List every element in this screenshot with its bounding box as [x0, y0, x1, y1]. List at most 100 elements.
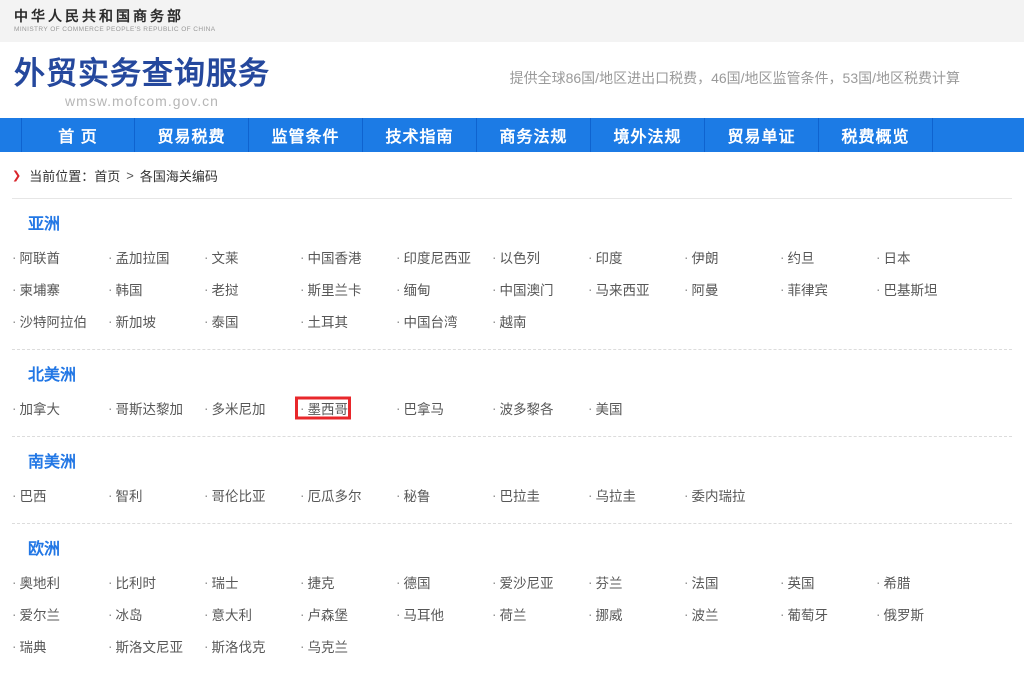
country-link[interactable]: ·哥斯达黎加 [108, 392, 204, 424]
country-link[interactable]: ·缅甸 [396, 273, 492, 305]
country-link[interactable]: ·阿联酋 [12, 241, 108, 273]
country-link[interactable]: ·中国香港 [300, 241, 396, 273]
country-link[interactable]: ·爱尔兰 [12, 598, 108, 630]
country-name: 日本 [884, 247, 911, 267]
nav-item-6[interactable]: 境外法规 [591, 118, 705, 152]
bullet-icon: · [684, 488, 689, 503]
nav-item-4[interactable]: 技术指南 [363, 118, 477, 152]
country-link[interactable]: ·加拿大 [12, 392, 108, 424]
bullet-icon: · [876, 575, 881, 590]
country-link[interactable]: ·印度尼西亚 [396, 241, 492, 273]
country-link[interactable]: ·约旦 [780, 241, 876, 273]
bullet-icon: · [300, 488, 305, 503]
country-name: 爱尔兰 [20, 604, 61, 624]
country-link[interactable]: ·冰岛 [108, 598, 204, 630]
country-link[interactable]: ·老挝 [204, 273, 300, 305]
country-link[interactable]: ·中国台湾 [396, 305, 492, 337]
country-link[interactable]: ·智利 [108, 479, 204, 511]
country-link[interactable]: ·挪威 [588, 598, 684, 630]
country-link[interactable]: ·乌拉圭 [588, 479, 684, 511]
country-link[interactable]: ·法国 [684, 566, 780, 598]
country-link[interactable]: ·荷兰 [492, 598, 588, 630]
country-name: 希腊 [884, 572, 911, 592]
country-link[interactable]: ·乌克兰 [300, 630, 396, 662]
bullet-icon: · [108, 488, 113, 503]
nav-item-3[interactable]: 监管条件 [249, 118, 363, 152]
country-link[interactable]: ·新加坡 [108, 305, 204, 337]
country-link[interactable]: ·希腊 [876, 566, 972, 598]
country-name: 泰国 [212, 311, 239, 331]
bullet-icon: · [396, 575, 401, 590]
nav-item-7[interactable]: 贸易单证 [705, 118, 819, 152]
nav-item-2[interactable]: 贸易税费 [135, 118, 249, 152]
country-link[interactable]: ·斯洛伐克 [204, 630, 300, 662]
country-link[interactable]: ·菲律宾 [780, 273, 876, 305]
nav-item-5[interactable]: 商务法规 [477, 118, 591, 152]
country-link[interactable]: ·德国 [396, 566, 492, 598]
country-link[interactable]: ·意大利 [204, 598, 300, 630]
site-title-block[interactable]: 外贸实务查询服务 wmsw.mofcom.gov.cn [14, 52, 270, 109]
country-name: 加拿大 [20, 398, 61, 418]
country-link[interactable]: ·爱沙尼亚 [492, 566, 588, 598]
ministry-logo[interactable]: 中华人民共和国商务部 MINISTRY OF COMMERCE PEOPLE'S… [14, 8, 215, 34]
country-link[interactable]: ·瑞士 [204, 566, 300, 598]
country-link[interactable]: ·墨西哥 [300, 392, 396, 424]
country-link[interactable]: ·巴西 [12, 479, 108, 511]
country-link[interactable]: ·瑞典 [12, 630, 108, 662]
site-header: 外贸实务查询服务 wmsw.mofcom.gov.cn 提供全球86国/地区进出… [0, 42, 1024, 118]
nav-item-8[interactable]: 税费概览 [819, 118, 933, 152]
country-link[interactable]: ·孟加拉国 [108, 241, 204, 273]
country-name: 奥地利 [20, 572, 61, 592]
country-link[interactable]: ·印度 [588, 241, 684, 273]
breadcrumb-home-link[interactable]: 首页 [94, 166, 120, 185]
country-link[interactable]: ·巴基斯坦 [876, 273, 972, 305]
country-link[interactable]: ·秘鲁 [396, 479, 492, 511]
country-name: 德国 [404, 572, 431, 592]
country-link[interactable]: ·泰国 [204, 305, 300, 337]
country-name: 冰岛 [116, 604, 143, 624]
country-link[interactable]: ·美国 [588, 392, 684, 424]
country-link[interactable]: ·以色列 [492, 241, 588, 273]
bullet-icon: · [492, 314, 497, 329]
country-link[interactable]: ·卢森堡 [300, 598, 396, 630]
country-link[interactable]: ·巴拿马 [396, 392, 492, 424]
country-link[interactable]: ·哥伦比亚 [204, 479, 300, 511]
country-link[interactable]: ·葡萄牙 [780, 598, 876, 630]
country-grid: ·阿联酋·孟加拉国·文莱·中国香港·印度尼西亚·以色列·印度·伊朗·约旦·日本·… [12, 241, 1012, 337]
bullet-icon: · [684, 282, 689, 297]
bullet-icon: · [492, 250, 497, 265]
country-link[interactable]: ·英国 [780, 566, 876, 598]
country-link[interactable]: ·巴拉圭 [492, 479, 588, 511]
country-link[interactable]: ·比利时 [108, 566, 204, 598]
country-link[interactable]: ·阿曼 [684, 273, 780, 305]
country-link[interactable]: ·奥地利 [12, 566, 108, 598]
country-link[interactable]: ·柬埔寨 [12, 273, 108, 305]
country-link[interactable]: ·厄瓜多尔 [300, 479, 396, 511]
country-link[interactable]: ·俄罗斯 [876, 598, 972, 630]
bullet-icon: · [684, 575, 689, 590]
country-link[interactable]: ·伊朗 [684, 241, 780, 273]
country-link[interactable]: ·捷克 [300, 566, 396, 598]
country-link[interactable]: ·波兰 [684, 598, 780, 630]
country-link[interactable]: ·沙特阿拉伯 [12, 305, 108, 337]
country-link[interactable]: ·马耳他 [396, 598, 492, 630]
country-link[interactable]: ·文莱 [204, 241, 300, 273]
country-link[interactable]: ·斯里兰卡 [300, 273, 396, 305]
country-link[interactable]: ·芬兰 [588, 566, 684, 598]
country-link[interactable]: ·土耳其 [300, 305, 396, 337]
country-link[interactable]: ·日本 [876, 241, 972, 273]
country-name: 捷克 [308, 572, 335, 592]
bullet-icon: · [108, 314, 113, 329]
country-link[interactable]: ·马来西亚 [588, 273, 684, 305]
country-link[interactable]: ·韩国 [108, 273, 204, 305]
country-link[interactable]: ·波多黎各 [492, 392, 588, 424]
country-link[interactable]: ·多米尼加 [204, 392, 300, 424]
country-link[interactable]: ·委内瑞拉 [684, 479, 780, 511]
country-name: 土耳其 [308, 311, 349, 331]
bullet-icon: · [12, 575, 17, 590]
country-link[interactable]: ·越南 [492, 305, 588, 337]
country-link[interactable]: ·斯洛文尼亚 [108, 630, 204, 662]
nav-item-1[interactable]: 首 页 [21, 118, 135, 152]
country-link[interactable]: ·中国澳门 [492, 273, 588, 305]
bullet-icon: · [396, 282, 401, 297]
